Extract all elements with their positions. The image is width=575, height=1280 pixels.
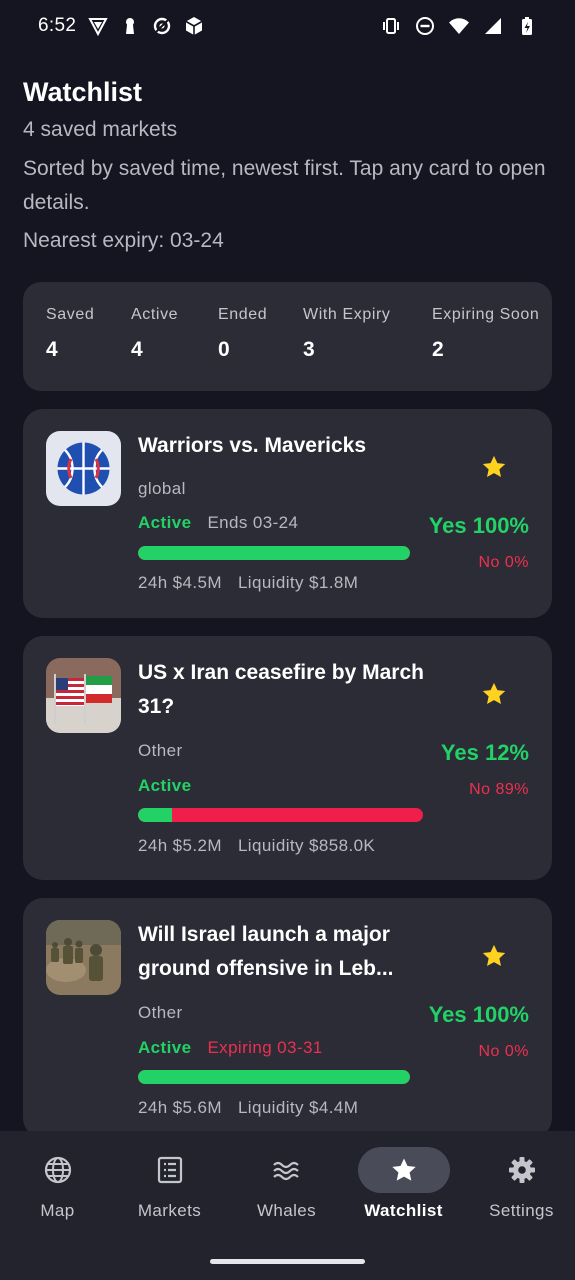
stat-label: Saved: [46, 306, 95, 323]
nearest-expiry-text: Nearest expiry: 03-24: [23, 229, 224, 252]
market-status-row: Active: [138, 776, 191, 796]
market-title: Warriors vs. Mavericks: [138, 434, 367, 457]
do-not-disturb-icon: [415, 16, 435, 36]
no-percentage: No 89%: [469, 781, 529, 798]
stat-active: Active 4: [131, 306, 178, 362]
status-active: Active: [138, 513, 192, 532]
flags-image: [46, 658, 121, 733]
yes-percentage: Yes 100%: [428, 1002, 529, 1027]
bottom-navigation: Map Markets Whales Watchlist Settings: [0, 1131, 575, 1280]
stat-ended: Ended 0: [218, 306, 267, 362]
status-time: 6:52: [38, 15, 77, 36]
sort-description: Sorted by saved time, newest first. Tap …: [23, 157, 546, 214]
vpn-shield-icon: [88, 16, 108, 36]
globe-icon: [12, 1147, 104, 1193]
stat-label: Expiring Soon: [432, 306, 540, 323]
box-icon: [184, 16, 204, 36]
volume-24h: 24h $5.2M: [138, 836, 222, 855]
status-active: Active: [138, 1038, 192, 1057]
volume-row: 24h $5.6M Liquidity $4.4M: [138, 1098, 358, 1118]
signal-icon: [483, 16, 503, 36]
saved-count-text: 4 saved markets: [23, 118, 178, 141]
waves-icon: [241, 1147, 333, 1193]
nav-settings[interactable]: Settings: [464, 1147, 575, 1221]
nav-label: Whales: [256, 1201, 317, 1220]
market-category: Other: [138, 1003, 183, 1022]
market-category: Other: [138, 741, 183, 760]
probability-bar: [138, 808, 423, 822]
star-icon: [357, 1147, 450, 1193]
basketball-icon: [46, 431, 121, 506]
expiry-label: Ends 03-24: [207, 513, 299, 532]
nav-watchlist[interactable]: Watchlist: [346, 1147, 461, 1221]
volume-24h: 24h $5.6M: [138, 1098, 222, 1117]
market-status-row: Active Ends 03-24: [138, 513, 298, 533]
home-indicator[interactable]: [210, 1259, 365, 1264]
no-percentage: No 0%: [478, 554, 529, 571]
volume-row: 24h $5.2M Liquidity $858.0K: [138, 836, 375, 856]
liquidity: Liquidity $4.4M: [237, 1098, 359, 1117]
star-icon[interactable]: [480, 942, 508, 970]
market-status-row: Active Expiring 03-31: [138, 1038, 323, 1058]
vibrate-icon: [381, 16, 401, 36]
stat-value: 4: [131, 338, 143, 361]
liquidity: Liquidity $1.8M: [237, 573, 359, 592]
sync-icon: [152, 16, 172, 36]
nav-markets[interactable]: Markets: [112, 1147, 227, 1221]
nav-map[interactable]: Map: [0, 1147, 115, 1221]
keyhole-icon: [120, 16, 140, 36]
stat-with-expiry: With Expiry 3: [303, 306, 391, 362]
yes-fill: [138, 1070, 410, 1084]
status-bar: 6:52: [0, 0, 575, 52]
stats-summary-card: Saved 4 Active 4 Ended 0 With Expiry 3 E…: [23, 282, 552, 391]
market-card[interactable]: Warriors vs. Mavericks global Active End…: [23, 409, 552, 618]
volume-24h: 24h $4.5M: [138, 573, 222, 592]
market-title: US x Iran ceasefire by March 31?: [138, 661, 424, 718]
soldiers-image: [46, 920, 121, 995]
stat-expiring-soon: Expiring Soon 2: [432, 306, 539, 362]
nav-label: Watchlist: [364, 1201, 443, 1220]
nav-label: Settings: [489, 1201, 554, 1220]
list-icon: [124, 1147, 216, 1193]
stat-label: Active: [131, 306, 179, 323]
expiring-label: Expiring 03-31: [207, 1038, 323, 1057]
stat-saved: Saved 4: [46, 306, 94, 362]
status-active: Active: [138, 776, 192, 795]
market-card[interactable]: Will Israel launch a major ground offens…: [23, 898, 552, 1138]
liquidity: Liquidity $858.0K: [237, 836, 376, 855]
page-title: Watchlist: [23, 77, 143, 107]
nav-whales[interactable]: Whales: [229, 1147, 344, 1221]
no-percentage: No 0%: [478, 1043, 529, 1060]
nav-label: Map: [40, 1201, 75, 1220]
watchlist-header: Watchlist 4 saved markets Sorted by save…: [23, 74, 553, 256]
star-icon[interactable]: [480, 680, 508, 708]
probability-bar: [138, 546, 410, 560]
stat-value: 4: [46, 338, 58, 361]
battery-charging-icon: [517, 16, 537, 36]
stat-label: With Expiry: [303, 306, 391, 323]
stat-label: Ended: [218, 306, 268, 323]
market-card[interactable]: US x Iran ceasefire by March 31? Other A…: [23, 636, 552, 880]
star-icon[interactable]: [480, 453, 508, 481]
yes-percentage: Yes 12%: [440, 740, 529, 765]
market-title: Will Israel launch a major ground offens…: [138, 923, 394, 980]
probability-bar: [138, 1070, 410, 1084]
stat-value: 2: [432, 338, 444, 361]
yes-fill: [138, 546, 410, 560]
stat-value: 3: [303, 338, 315, 361]
stat-value: 0: [218, 338, 230, 361]
volume-row: 24h $4.5M Liquidity $1.8M: [138, 573, 358, 593]
market-category: global: [138, 479, 186, 498]
yes-fill: [138, 808, 173, 822]
wifi-icon: [449, 16, 469, 36]
nav-label: Markets: [137, 1201, 202, 1220]
gear-icon: [476, 1147, 568, 1193]
yes-percentage: Yes 100%: [428, 513, 529, 538]
